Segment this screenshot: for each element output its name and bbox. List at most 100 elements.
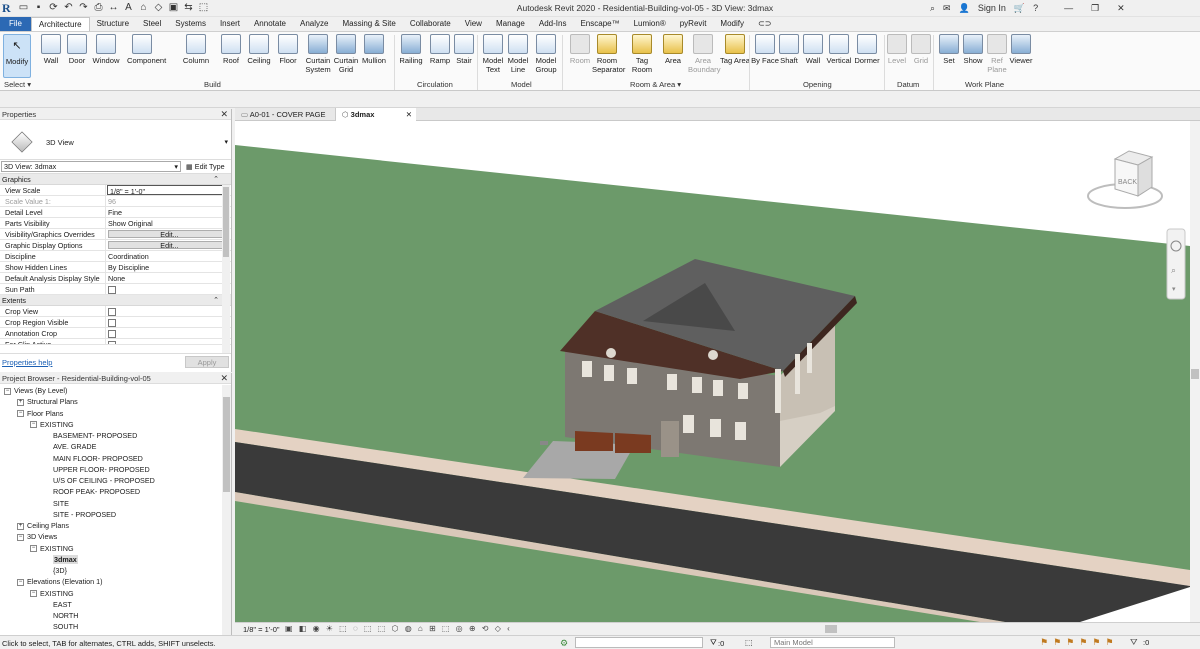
browser-item[interactable]: −3D Views [17,532,57,542]
property-value[interactable]: Fine [106,207,231,217]
menu-structure[interactable]: Structure [90,17,136,31]
menu-annotate[interactable]: Annotate [247,17,293,31]
close-icon[interactable]: ✕ [220,109,228,120]
browser-item[interactable]: − Elevations (Elevation 1) [17,577,103,587]
area-boundary-button[interactable]: Area Boundary [688,34,721,74]
workset-icon[interactable]: ⚙ [560,638,568,649]
menu-massing-site[interactable]: Massing & Site [335,17,402,31]
collapse-icon[interactable]: − [30,590,37,598]
undo-icon[interactable]: ↶ [63,2,74,14]
railing-button[interactable]: Railing [396,34,426,65]
browser-item[interactable]: EAST [43,600,72,610]
browser-item[interactable]: SITE - PROPOSED [43,510,116,520]
tab-3dmax[interactable]: ⬡ 3dmax ✕ [336,108,416,121]
view-scrollbar[interactable] [1190,121,1200,622]
area-button[interactable]: Area [658,34,688,65]
viewer-button[interactable]: Viewer [1006,34,1036,65]
dormer-button[interactable]: Dormer [852,34,882,65]
navigation-bar[interactable]: ⌕ ▾ [1166,228,1186,300]
view-selector-dropdown[interactable]: 3D View: 3dmax ▾ [1,161,181,172]
menu-insert[interactable]: Insert [213,17,247,31]
workset-dropdown[interactable] [575,637,703,648]
measure-icon[interactable]: ↔ [108,2,119,14]
stair-button[interactable]: Stair [449,34,479,65]
curtain-grid-button[interactable]: Curtain Grid [331,34,361,74]
browser-item[interactable]: AVE. GRADE [43,442,96,452]
section-graphics[interactable]: Graphics ⌃ [0,174,231,185]
menu-lumion[interactable]: Lumion® [627,17,673,31]
browser-item[interactable]: SITE [43,499,69,509]
menu-architecture[interactable]: Architecture [30,17,90,31]
filter-icon[interactable]: ⛛ [1130,637,1138,648]
menu-collaborate[interactable]: Collaborate [403,17,458,31]
section-extents[interactable]: Extents ⌃ [0,295,231,306]
collapse-icon[interactable]: − [17,533,24,541]
user-icon[interactable]: 👤 [959,2,970,14]
group-room-area[interactable]: Room & Area ▾ [630,80,681,89]
print-icon[interactable]: ⎙ [93,2,104,14]
modify-button[interactable]: ↖ Modify [3,34,31,78]
tab-cover-page[interactable]: ▭ A0-01 - COVER PAGE [235,108,336,121]
model-group-button[interactable]: Model Group [531,34,561,74]
sign-in-link[interactable]: Sign In [978,2,1006,14]
browser-item[interactable]: 3dmax [43,554,78,565]
menu-pyrevit[interactable]: pyRevit [673,17,714,31]
3d-view-icon[interactable]: ⌂ [138,2,149,14]
collapse-icon[interactable]: − [17,410,24,418]
room-separator-button[interactable]: Room Separator [592,34,625,74]
curtain-system-button[interactable]: Curtain System [303,34,333,74]
menu-systems[interactable]: Systems [168,17,213,31]
main-model-dropdown[interactable]: Main Model [770,637,895,648]
scroll-thumb[interactable] [223,187,229,257]
mullion-button[interactable]: Mullion [359,34,389,65]
browser-item[interactable]: + Ceiling Plans [17,521,69,531]
floor-button[interactable]: Floor [273,34,303,65]
browser-item[interactable]: {3D} [43,566,67,576]
close-icon[interactable]: ✕ [220,373,228,384]
menu-analyze[interactable]: Analyze [293,17,335,31]
browser-item[interactable]: − EXISTING [30,420,74,430]
property-value[interactable]: Show Original [106,218,231,228]
grid-button[interactable]: Grid [906,34,936,65]
scroll-thumb[interactable] [223,397,230,492]
close-hidden-icon[interactable]: ▣ [168,2,179,14]
design-options-icon[interactable]: ⬚ [745,638,753,647]
property-value[interactable]: 96 [106,196,231,206]
property-value[interactable]: By Discipline [106,262,231,272]
browser-item[interactable]: − Floor Plans [17,409,63,419]
browser-item[interactable]: − Views (By Level) [4,386,67,396]
search-icon[interactable]: ⌕ [930,2,935,14]
selection-toggle-icons[interactable]: ⚑⚑⚑⚑⚑⚑ [1040,637,1118,648]
open-icon[interactable]: ▭ [18,2,29,14]
property-checkbox[interactable] [106,339,231,344]
help-icon[interactable]: ? [1033,2,1038,14]
horizontal-scroll-thumb[interactable] [825,625,837,633]
communication-icon[interactable]: ✉ [943,2,951,14]
browser-item[interactable]: SOUTH [43,622,78,632]
edit-type-button[interactable]: ▦ Edit Type [186,161,225,172]
menu-enscape[interactable]: Enscape™ [573,17,626,31]
menu-add-ins[interactable]: Add-Ins [532,17,574,31]
properties-help-link[interactable]: Properties help [2,358,52,367]
browser-item[interactable]: UPPER FLOOR- PROPOSED [43,465,150,475]
component-button[interactable]: Component [127,34,166,65]
restore-icon[interactable]: ❐ [1091,2,1099,14]
property-value[interactable]: 1/8" = 1'-0" [107,185,230,195]
collapse-icon[interactable]: − [30,545,37,553]
cart-icon[interactable]: 🛒 [1014,2,1025,14]
type-selector[interactable]: 3D View ▾ [0,120,231,160]
browser-item[interactable]: MAIN FLOOR- PROPOSED [43,454,143,464]
switch-icon[interactable]: ⇆ [183,2,194,14]
roof-button[interactable]: Roof [216,34,246,65]
edit-button[interactable]: Edit... [108,241,229,249]
sun-path-checkbox[interactable] [106,284,231,294]
minimize-icon[interactable]: — [1064,2,1073,14]
select-icon[interactable]: ⬚ [198,2,209,14]
collapse-icon[interactable]: − [17,578,24,586]
property-value[interactable]: Coordination [106,251,231,261]
browser-item[interactable]: BASEMENT- PROPOSED [43,431,137,441]
browser-item[interactable]: NORTH [43,611,78,621]
menu-modify[interactable]: Modify [713,17,751,31]
text-icon[interactable]: A [123,2,134,14]
collapse-icon[interactable]: − [4,387,11,395]
